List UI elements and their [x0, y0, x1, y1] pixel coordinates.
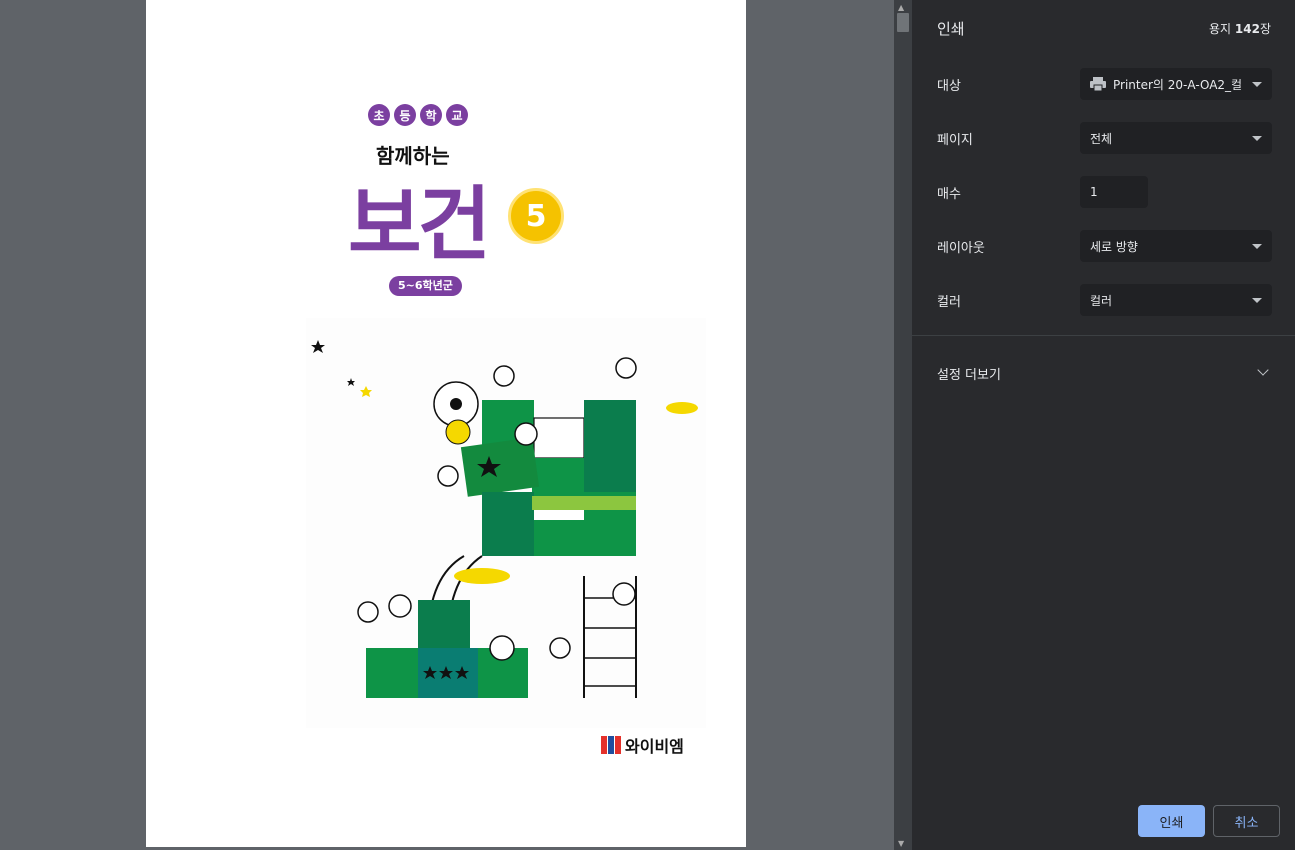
destination-label: 대상	[937, 79, 961, 94]
school-char: 등	[394, 104, 416, 126]
copies-label: 매수	[937, 187, 961, 202]
school-char: 초	[368, 104, 390, 126]
print-button[interactable]: 인쇄	[1138, 805, 1205, 837]
layout-select[interactable]: 세로 방향	[1080, 230, 1272, 262]
color-label: 컬러	[937, 295, 961, 310]
sheet-count-prefix: 용지	[1208, 22, 1235, 36]
destination-select[interactable]: Printer의 20-A-OA2_컬	[1080, 68, 1272, 100]
pages-value: 전체	[1090, 131, 1113, 146]
volume-badge: 5	[508, 188, 564, 244]
cancel-button[interactable]: 취소	[1213, 805, 1280, 837]
more-settings-toggle[interactable]: 설정 더보기	[937, 364, 1001, 383]
destination-value: Printer의 20-A-OA2_컬	[1113, 77, 1243, 92]
dropdown-caret-icon	[1252, 244, 1262, 249]
printer-icon	[1090, 77, 1106, 91]
scroll-down-arrow-icon[interactable]: ▼	[898, 839, 904, 848]
print-preview-area: 초 등 학 교 함께하는 보건 5 5~6학년군 와이비엠	[0, 0, 894, 850]
preview-scrollbar[interactable]: ▲ ▼	[894, 0, 912, 850]
copies-input[interactable]: 1	[1080, 176, 1148, 208]
publisher-name: 와이비엠	[625, 737, 684, 756]
sheet-count-number: 142	[1234, 22, 1260, 36]
layout-value: 세로 방향	[1090, 239, 1138, 254]
layout-label: 레이아웃	[937, 241, 985, 256]
color-value: 컬러	[1090, 293, 1113, 308]
color-select[interactable]: 컬러	[1080, 284, 1272, 316]
school-char: 학	[420, 104, 442, 126]
preview-page: 초 등 학 교 함께하는 보건 5 5~6학년군 와이비엠	[146, 0, 746, 847]
print-settings-panel: 인쇄 용지 142장 대상 Printer의 20-A-OA2_컬 페이지 전체…	[912, 0, 1295, 850]
sheet-count-suffix: 장	[1259, 22, 1271, 36]
sheet-count: 용지 142장	[1209, 20, 1271, 37]
school-level-pills: 초 등 학 교	[368, 104, 468, 126]
cover-title: 보건	[348, 178, 491, 271]
dropdown-caret-icon	[1252, 82, 1262, 87]
scroll-up-arrow-icon[interactable]: ▲	[898, 3, 904, 12]
school-char: 교	[446, 104, 468, 126]
ybm-logo	[601, 736, 621, 754]
divider	[912, 335, 1295, 336]
pages-label: 페이지	[937, 133, 973, 148]
dropdown-caret-icon	[1252, 136, 1262, 141]
publisher-logo: 와이비엠	[601, 733, 684, 757]
dropdown-caret-icon	[1252, 298, 1262, 303]
dialog-title: 인쇄	[937, 20, 965, 38]
scroll-thumb[interactable]	[897, 13, 909, 32]
chevron-down-icon[interactable]	[1257, 364, 1269, 376]
cover-illustration	[306, 318, 706, 728]
grade-badge: 5~6학년군	[389, 276, 462, 296]
pages-select[interactable]: 전체	[1080, 122, 1272, 154]
